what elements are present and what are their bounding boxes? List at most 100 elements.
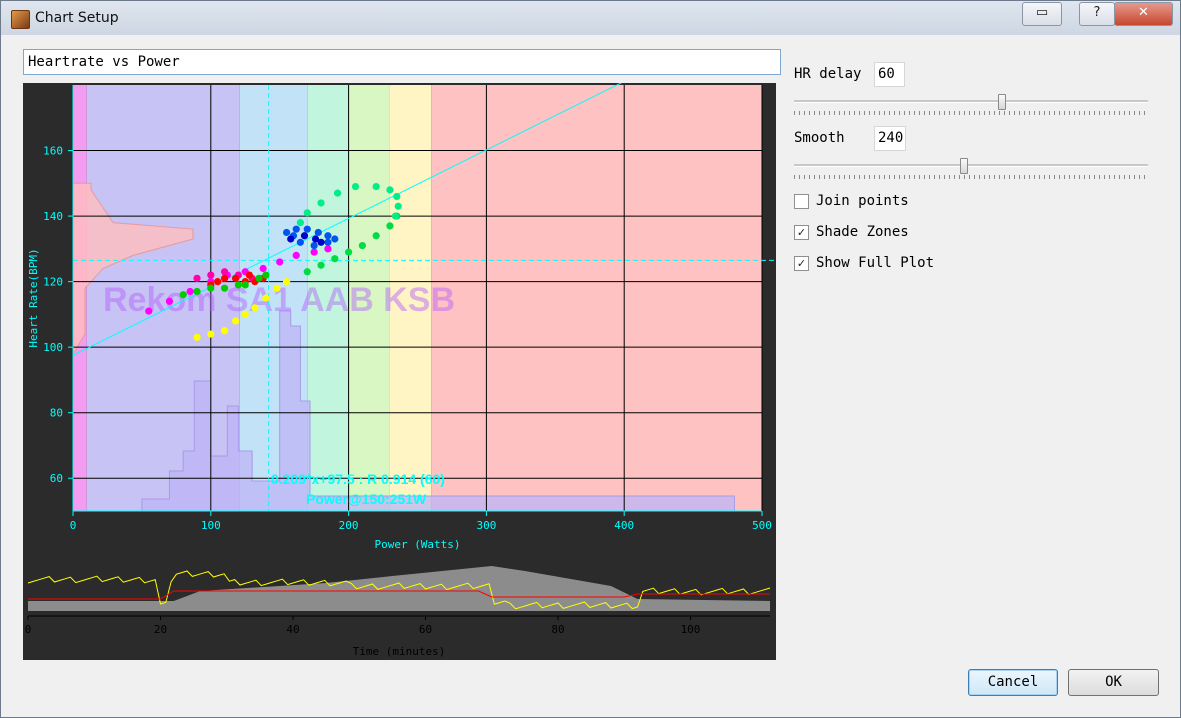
scatter-point <box>214 278 222 286</box>
x-tick-label: 0 <box>70 519 77 532</box>
y-tick-label: 100 <box>43 341 63 354</box>
chart-setup-window: Chart Setup ▭ ? ✕ Heartrate vs Power Rek… <box>0 0 1181 718</box>
scatter-point <box>234 281 242 289</box>
y-tick-label: 60 <box>50 472 63 485</box>
scatter-point <box>358 241 366 250</box>
scatter-point <box>220 284 229 292</box>
hr-delay-label: HR delay <box>794 66 862 82</box>
overview-x-tick-label: 0 <box>25 623 32 636</box>
scatter-point <box>386 186 394 194</box>
scatter-point <box>232 317 240 325</box>
overview-x-tick-label: 40 <box>286 623 299 636</box>
scatter-point <box>324 232 332 240</box>
close-icon[interactable]: ✕ <box>1114 2 1173 26</box>
scatter-point <box>372 232 380 240</box>
smooth-slider[interactable] <box>794 157 1148 181</box>
scatter-point <box>296 219 304 227</box>
y-axis-label: Heart Rate(BPM) <box>27 248 40 347</box>
scatter-point <box>282 278 291 286</box>
scatter-point <box>317 238 325 246</box>
scatter-point <box>314 228 322 237</box>
scatter-point <box>331 255 339 263</box>
smooth-input[interactable]: 240 <box>874 126 906 151</box>
scatter-point <box>296 238 304 246</box>
shade-zones-checkbox[interactable]: ✓ <box>794 225 809 240</box>
scatter-point <box>287 235 295 243</box>
y-tick-label: 160 <box>43 145 63 158</box>
scatter-point <box>303 209 311 217</box>
scatter-point <box>207 330 215 338</box>
cancel-button[interactable]: Cancel <box>968 669 1058 696</box>
scatter-point <box>220 268 229 276</box>
window-title: Chart Setup <box>35 10 119 26</box>
scatter-point <box>193 274 201 282</box>
scatter-chart[interactable]: Rekom SA1 AAB KSB0 100 200 300 400 5006080100… <box>23 83 776 660</box>
dialog-client: Heartrate vs Power Rekom SA1 AAB KSB 0 100… <box>9 35 1172 709</box>
altitude-area <box>28 566 770 611</box>
app-icon <box>11 10 30 29</box>
scatter-point <box>251 304 259 312</box>
scatter-point <box>317 199 325 207</box>
scatter-point <box>207 271 215 279</box>
scatter-point <box>317 261 325 269</box>
scatter-point <box>310 248 318 256</box>
scatter-point <box>351 182 360 191</box>
overview-x-tick-label: 80 <box>551 623 564 636</box>
overview-x-tick-label: 20 <box>154 623 167 636</box>
x-tick-label: 200 <box>339 519 359 532</box>
scatter-point <box>179 291 187 299</box>
scatter-point <box>262 271 270 279</box>
scatter-point <box>220 274 229 282</box>
scatter-point <box>193 287 201 296</box>
x-tick-label: 500 <box>752 519 772 532</box>
chart-title-input[interactable]: Heartrate vs Power <box>23 49 781 75</box>
scatter-point <box>241 310 249 318</box>
y-tick-label: 140 <box>43 210 63 223</box>
scatter-point <box>372 182 380 191</box>
x-axis-label: Power (Watts) <box>374 538 460 551</box>
scatter-point <box>292 251 300 259</box>
overview-x-tick-label: 60 <box>419 623 432 636</box>
ok-button[interactable]: OK <box>1068 669 1159 696</box>
scatter-point <box>324 245 332 253</box>
title-bar[interactable]: Chart Setup ▭ ? ✕ <box>1 1 1180 35</box>
scatter-point <box>232 274 240 282</box>
x-tick-label: 100 <box>201 519 221 532</box>
smooth-label: Smooth <box>794 130 845 146</box>
shade-zones-label[interactable]: Shade Zones <box>816 224 909 240</box>
show-full-plot-checkbox[interactable]: ✓ <box>794 256 809 271</box>
restore-icon[interactable]: ▭ <box>1022 2 1062 26</box>
scatter-point <box>393 192 401 201</box>
regression-label: 0.209*x+97.5 : R 0.914 (60) <box>271 471 445 487</box>
scatter-point <box>193 333 201 341</box>
overview-x-tick-label: 100 <box>681 623 701 636</box>
smooth-slider-handle[interactable] <box>960 158 969 174</box>
help-icon[interactable]: ? <box>1079 2 1115 26</box>
scatter-point <box>276 258 284 266</box>
scatter-point <box>145 307 153 315</box>
scatter-point <box>255 274 263 282</box>
scatter-point <box>310 241 318 250</box>
hr-delay-input[interactable]: 60 <box>874 62 905 87</box>
scatter-point <box>165 297 174 305</box>
chart-plot[interactable]: Rekom SA1 AAB KSB 0 100 200 300 400 500 60 80 100… <box>23 83 776 660</box>
scatter-point <box>292 225 300 233</box>
scatter-point <box>259 264 267 273</box>
scatter-point <box>207 284 215 292</box>
scatter-point <box>303 268 311 276</box>
scatter-point <box>345 248 353 256</box>
hr-delay-slider-handle[interactable] <box>998 94 1007 110</box>
scatter-point <box>331 235 339 243</box>
join-points-checkbox[interactable] <box>794 194 809 209</box>
scatter-point <box>220 327 229 335</box>
scatter-point <box>282 228 291 237</box>
power-label: Power@150:251W <box>306 491 427 507</box>
join-points-label[interactable]: Join points <box>816 193 909 209</box>
scatter-point <box>300 232 309 240</box>
scatter-point <box>333 189 342 197</box>
scatter-point <box>241 281 249 289</box>
hr-delay-slider[interactable] <box>794 93 1148 117</box>
show-full-plot-label[interactable]: Show Full Plot <box>816 255 934 271</box>
scatter-point <box>324 238 332 246</box>
y-tick-label: 120 <box>43 276 63 289</box>
